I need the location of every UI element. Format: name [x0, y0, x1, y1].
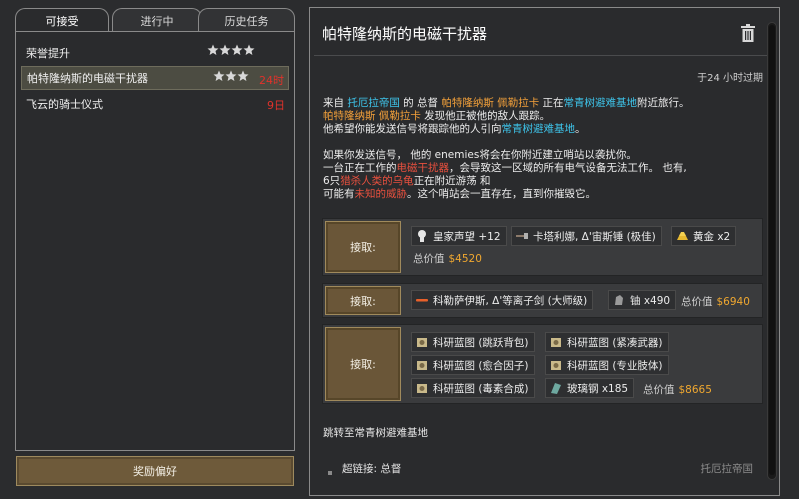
- blueprint-icon: [551, 338, 561, 347]
- reward-item[interactable]: 皇家声望 +12: [411, 226, 507, 246]
- desc-line: 如果你发送信号， 他的 enemies将会在你附近建立哨站以袭扰你。: [323, 149, 637, 161]
- reward-item[interactable]: 黄金 x2: [671, 226, 737, 246]
- person-link[interactable]: 帕特隆纳斯 佩勒拉卡: [441, 97, 539, 109]
- star-icon: [243, 44, 255, 56]
- quest-detail-panel: 帕特隆纳斯的电磁干扰器 于24 小时过期 来自 托厄拉帝国 的 总督 帕特隆纳斯…: [309, 7, 780, 496]
- place-link[interactable]: 常青树避难基地: [502, 123, 576, 135]
- star-icon: [231, 44, 243, 56]
- reward-item[interactable]: 科研蓝图 (毒素合成): [411, 378, 535, 398]
- uranium-icon: [615, 295, 623, 305]
- reward-option-3: 接取: 科研蓝图 (跳跃背包) 科研蓝图 (紧凑武器) 科研蓝图 (愈合因子) …: [322, 324, 763, 404]
- reward-item[interactable]: 科研蓝图 (专业肢体): [545, 355, 669, 375]
- threat-link[interactable]: 未知的威胁: [355, 188, 408, 200]
- quest-time-left: 9日: [267, 99, 285, 112]
- quest-window: 进行中 历史任务 可接受 荣誉提升 帕特隆纳斯的电磁干扰器 24时 飞云的骑士仪: [0, 0, 799, 499]
- scrollbar-thumb[interactable]: [769, 25, 775, 475]
- accept-button[interactable]: 接取:: [325, 286, 401, 315]
- quest-description: 来自 托厄拉帝国 的 总督 帕特隆纳斯 佩勒拉卡 正在常青树避难基地附近旅行。 …: [323, 97, 763, 201]
- faction-name: 托厄拉帝国: [700, 463, 754, 475]
- quest-rating-4: [207, 44, 255, 56]
- warhammer-icon: [516, 233, 528, 239]
- blueprint-icon: [417, 361, 427, 370]
- desc-line: 他希望你能发送信号将跟踪他的人引向常青树避难基地。: [323, 123, 586, 135]
- goodwill-icon: [418, 230, 426, 242]
- desc-line: 6只猎杀人类的乌龟正在附近游荡 和: [323, 175, 491, 187]
- glass-steel-icon: [551, 383, 561, 394]
- place-link[interactable]: 常青树避难基地: [564, 97, 638, 109]
- reward-preferences-button[interactable]: 奖励偏好: [16, 456, 294, 486]
- reward-item[interactable]: 科研蓝图 (跳跃背包): [411, 332, 535, 352]
- tab-history[interactable]: 历史任务: [198, 8, 295, 32]
- quest-rating-3: [213, 70, 249, 82]
- quest-name: 帕特隆纳斯的电磁干扰器: [27, 72, 148, 85]
- desc-line: 来自 托厄拉帝国 的 总督 帕特隆纳斯 佩勒拉卡 正在常青树避难基地附近旅行。: [323, 97, 690, 109]
- reward-option-2: 接取: 科勒萨伊斯, Δ'等离子剑 (大师级) 铀 x490 总价值 $6940: [322, 283, 763, 318]
- star-icon: [219, 44, 231, 56]
- bullet-icon: [328, 471, 332, 475]
- threat-link[interactable]: 猎杀人类的乌龟: [340, 175, 414, 187]
- star-icon: [225, 70, 237, 82]
- jump-to-site-link[interactable]: 跳转至常青树避难基地: [323, 425, 428, 440]
- star-icon: [207, 44, 219, 56]
- quest-item-emp[interactable]: 帕特隆纳斯的电磁干扰器 24时: [21, 66, 289, 90]
- hyperlink-governor[interactable]: 超链接: 总督: [342, 461, 401, 476]
- quest-tabs: 进行中 历史任务 可接受: [15, 8, 295, 32]
- desc-line: 可能有未知的威胁。这个哨站会一直存在，直到你摧毁它。: [323, 188, 596, 200]
- quest-name: 荣誉提升: [26, 47, 70, 60]
- reward-item[interactable]: 玻璃钢 x185: [545, 378, 635, 398]
- reward-item[interactable]: 卡塔利娜, Δ'宙斯锤 (极佳): [511, 226, 662, 246]
- desc-line: 帕特隆纳斯 佩勒拉卡 发现他正被他的敌人跟踪。: [323, 110, 551, 122]
- blueprint-icon: [417, 384, 427, 393]
- reward-item[interactable]: 科勒萨伊斯, Δ'等离子剑 (大师级): [411, 290, 594, 310]
- accept-button[interactable]: 接取:: [325, 221, 401, 273]
- reward-total: 总价值 $8665: [643, 384, 712, 396]
- person-link[interactable]: 帕特隆纳斯 佩勒拉卡: [323, 110, 421, 122]
- blueprint-icon: [551, 361, 561, 370]
- tab-in-progress[interactable]: 进行中: [112, 8, 202, 32]
- reward-item[interactable]: 科研蓝图 (愈合因子): [411, 355, 535, 375]
- reward-option-1: 接取: 皇家声望 +12 卡塔利娜, Δ'宙斯锤 (极佳) 黄金 x2 总价值 $…: [322, 218, 763, 276]
- tab-available[interactable]: 可接受: [15, 8, 109, 32]
- title-divider: [314, 55, 769, 56]
- reward-item[interactable]: 铀 x490: [608, 290, 677, 310]
- quest-title: 帕特隆纳斯的电磁干扰器: [322, 25, 488, 43]
- quest-time-left: 24时: [259, 74, 284, 87]
- reward-total: 总价值 $4520: [413, 253, 482, 265]
- blueprint-icon: [417, 338, 427, 347]
- accept-button[interactable]: 接取:: [325, 327, 401, 401]
- faction-link[interactable]: 托厄拉帝国: [347, 97, 400, 109]
- quest-name: 飞云的骑士仪式: [26, 98, 103, 111]
- reward-total: 总价值 $6940: [681, 296, 750, 308]
- star-icon: [213, 70, 225, 82]
- reward-item[interactable]: 科研蓝图 (紧凑武器): [545, 332, 669, 352]
- trash-icon[interactable]: [740, 24, 756, 42]
- item-link[interactable]: 电磁干扰器: [397, 162, 450, 174]
- detail-scrollbar[interactable]: [767, 22, 777, 480]
- quest-list: 荣誉提升 帕特隆纳斯的电磁干扰器 24时 飞云的骑士仪式 9日: [15, 31, 295, 451]
- desc-line: 一台正在工作的电磁干扰器，会导致这一区域的所有电气设备无法工作。 也有,: [323, 162, 687, 174]
- quest-item-knight[interactable]: 飞云的骑士仪式 9日: [21, 92, 289, 116]
- gold-icon: [677, 232, 688, 240]
- quest-item-honor[interactable]: 荣誉提升: [21, 41, 289, 65]
- sword-icon: [416, 299, 428, 302]
- star-icon: [237, 70, 249, 82]
- expire-text: 于24 小时过期: [697, 73, 763, 84]
